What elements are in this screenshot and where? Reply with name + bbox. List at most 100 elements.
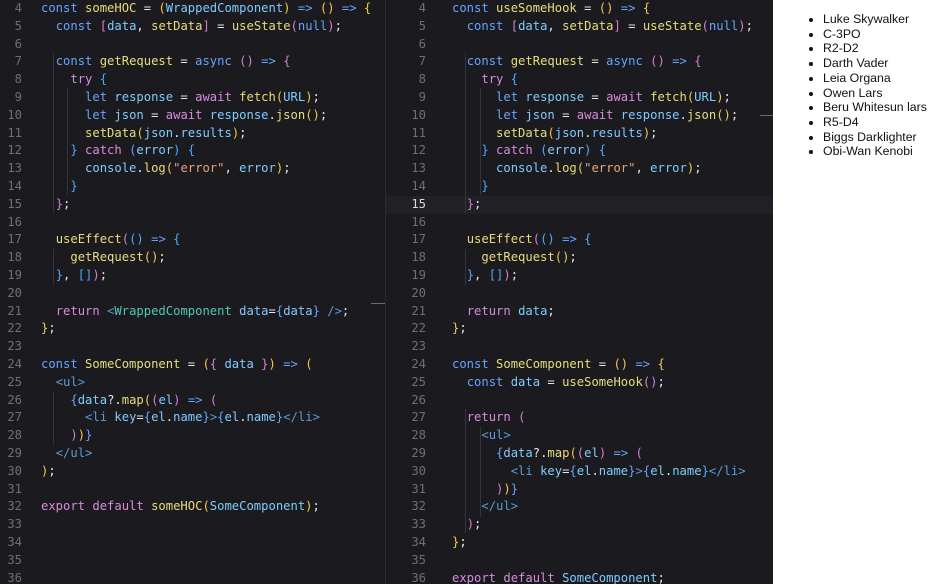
code-line[interactable]: }; (452, 320, 753, 338)
code-line[interactable]: const [data, setData] = useState(null); (452, 18, 753, 36)
code-line[interactable] (41, 338, 371, 356)
code-line[interactable] (452, 214, 753, 232)
code-line[interactable]: return <WrappedComponent data={data} />; (41, 303, 371, 321)
code-line[interactable] (41, 285, 371, 303)
code-line[interactable]: ))} (41, 427, 371, 445)
code-token: () (642, 374, 658, 389)
code-line[interactable] (452, 552, 753, 570)
code-token: , (547, 18, 563, 33)
code-line[interactable] (41, 552, 371, 570)
code-line[interactable] (41, 516, 371, 534)
code-line[interactable]: </ul> (452, 498, 753, 516)
code-line[interactable]: getRequest(); (41, 249, 371, 267)
code-line[interactable] (41, 534, 371, 552)
code-line[interactable]: useEffect(() => { (452, 231, 753, 249)
code-line[interactable]: useEffect(() => { (41, 231, 371, 249)
code-line[interactable]: try { (452, 71, 753, 89)
code-token: = (620, 18, 643, 33)
code-line[interactable]: const useSomeHook = () => { (452, 0, 753, 18)
code-line[interactable]: let response = await fetch(URL); (452, 89, 753, 107)
code-token: = (173, 89, 196, 104)
code-token: => (290, 1, 320, 15)
code-line[interactable]: }, []); (452, 267, 753, 285)
code-line[interactable]: }; (452, 196, 753, 214)
code-line[interactable]: return ( (452, 409, 753, 427)
code-line[interactable]: <ul> (452, 427, 753, 445)
code-line[interactable]: <li key={el.name}>{el.name}</li> (452, 463, 753, 481)
code-line[interactable]: }; (41, 196, 371, 214)
code-line[interactable]: const getRequest = async () => { (41, 53, 371, 71)
line-number: 20 (7, 285, 22, 300)
code-line[interactable]: const someHOC = (WrappedComponent) => ()… (41, 0, 371, 18)
code-line[interactable]: try { (41, 71, 371, 89)
code-token: URL (694, 89, 717, 104)
right-code-editor[interactable]: 4 5 6 7 8 9 10 11 12 13 14 15 16 17 18 19 20 21 22 23 24 25 26… (385, 0, 774, 584)
code-line[interactable] (452, 338, 753, 356)
code-token: error (239, 161, 276, 176)
code-line[interactable]: const data = useSomeHook(); (452, 374, 753, 392)
code-line[interactable]: ); (41, 463, 371, 481)
code-token: getRequest (99, 54, 174, 69)
code-token: ; (474, 196, 482, 211)
line-number: 15 (411, 196, 426, 211)
code-line[interactable]: ); (452, 516, 753, 534)
code-token: useEffect (55, 232, 122, 247)
code-line[interactable]: }; (452, 534, 753, 552)
code-line[interactable]: const getRequest = async () => { (452, 53, 753, 71)
code-line[interactable]: } catch (error) { (452, 142, 753, 160)
line-number: 17 (7, 232, 22, 247)
code-line[interactable] (452, 285, 753, 303)
code-line[interactable]: </ul> (41, 445, 371, 463)
code-line[interactable]: }; (41, 320, 371, 338)
code-line[interactable]: console.log("error", error); (452, 160, 753, 178)
code-text[interactable]: const someHOC = (WrappedComponent) => ()… (41, 0, 371, 584)
code-line[interactable]: console.log("error", error); (41, 160, 371, 178)
code-line[interactable]: } catch (error) { (41, 142, 371, 160)
code-line[interactable]: let response = await fetch(URL); (41, 89, 371, 107)
code-line[interactable]: {data?.map((el) => ( (452, 445, 753, 463)
code-line[interactable] (452, 392, 753, 410)
code-token: let (85, 89, 115, 104)
code-token: console (85, 161, 137, 176)
code-line[interactable]: export default someHOC(SomeComponent); (41, 498, 371, 516)
code-line[interactable] (41, 36, 371, 54)
line-number: 31 (7, 481, 22, 496)
code-token: map (121, 392, 144, 407)
code-line[interactable]: let json = await response.json(); (452, 107, 753, 125)
code-line[interactable]: <ul> (41, 374, 371, 392)
code-token: ( (143, 392, 152, 407)
code-line[interactable]: const SomeComponent = () => { (452, 356, 753, 374)
list-item: Owen Lars (823, 86, 950, 101)
code-line[interactable]: {data?.map((el) => ( (41, 392, 371, 410)
code-token: [ (99, 18, 108, 33)
code-line[interactable]: } (452, 178, 753, 196)
code-text[interactable]: const useSomeHook = () => { const [data,… (452, 0, 753, 584)
code-token: ) (305, 499, 313, 514)
line-number: 33 (7, 517, 22, 532)
code-line[interactable] (41, 570, 371, 584)
code-token: = (136, 1, 159, 15)
code-line[interactable]: }, []); (41, 267, 371, 285)
code-line[interactable]: let json = await response.json(); (41, 107, 371, 125)
code-line[interactable]: getRequest(); (452, 249, 753, 267)
code-line[interactable] (41, 214, 371, 232)
code-line[interactable] (41, 481, 371, 499)
code-token: ( (202, 499, 210, 514)
list-item: Leia Organa (823, 71, 950, 86)
code-line[interactable] (452, 36, 753, 54)
code-token: </li> (283, 410, 320, 425)
code-token: ) { (173, 143, 196, 158)
code-line[interactable]: return data; (452, 303, 753, 321)
left-code-editor[interactable]: 4 5 6 7 8 9 10 11 12 13 14 15 16 17 18 19 20 21 22 23 24 25 26… (0, 0, 385, 584)
code-line[interactable]: } (41, 178, 371, 196)
code-line[interactable]: const SomeComponent = ({ data }) => ( (41, 356, 371, 374)
code-line[interactable]: setData(json.results); (41, 125, 371, 143)
code-token: => (180, 392, 210, 407)
code-line[interactable]: export default SomeComponent; (452, 570, 753, 584)
code-line[interactable]: ))} (452, 481, 753, 499)
code-line[interactable]: setData(json.results); (452, 125, 753, 143)
code-line[interactable]: <li key={el.name}>{el.name}</li> (41, 409, 371, 427)
code-line[interactable]: const [data, setData] = useState(null); (41, 18, 371, 36)
